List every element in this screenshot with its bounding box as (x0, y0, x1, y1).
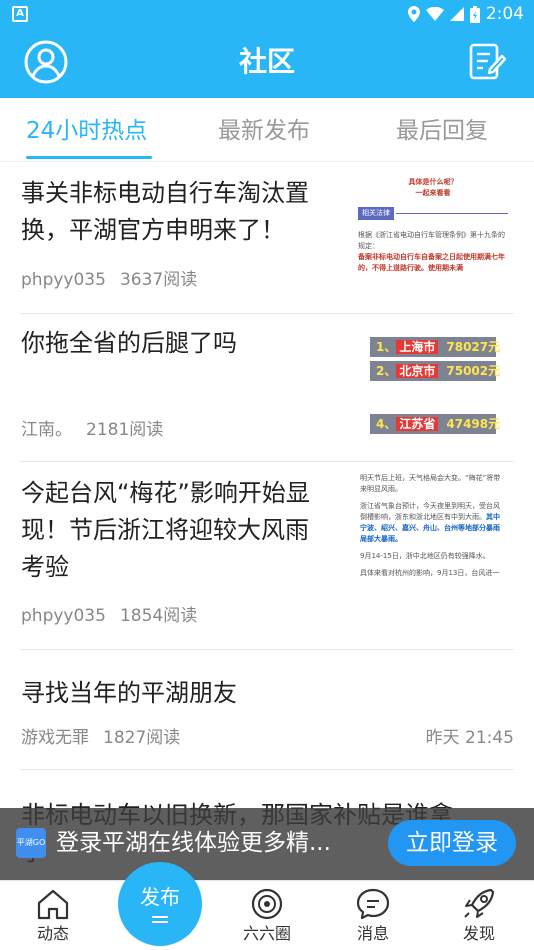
post-author: phpyy035 (21, 270, 106, 290)
rocket-icon (464, 888, 495, 918)
post-item[interactable]: 你拖全省的后腿了吗 江南。 2181阅读 1、 上海市 78027元 2、 北京市 750… (0, 313, 534, 461)
app-header: 社区 (0, 28, 534, 98)
status-time: 2:04 (485, 4, 524, 24)
login-banner: 平湖GO 登录平湖在线体验更多精... 立即登录 (0, 808, 534, 880)
publish-bar (152, 921, 168, 923)
message-icon (356, 888, 390, 920)
post-item[interactable]: 事关非标电动自行车淘汰置 换，平湖官方申明来了！ phpyy035 3637阅读 … (0, 163, 534, 313)
nav-label: 动态 (36, 924, 69, 943)
signal-icon (449, 7, 464, 21)
post-author: 江南。 (21, 420, 72, 440)
post-reads: 1854阅读 (119, 606, 198, 626)
page-title: 社区 (238, 45, 295, 78)
circle-icon (251, 888, 283, 920)
nav-item-discover[interactable]: 发现 (444, 887, 514, 945)
post-author: 游戏无罪 (21, 728, 89, 748)
post-item[interactable]: 寻找当年的平湖朋友 游戏无罪 1827阅读 昨天 21:45 (0, 649, 534, 769)
post-reads: 1827阅读 (103, 728, 181, 748)
status-icons: 2:04 (407, 4, 524, 24)
post-thumbnail: 具体是什么呢？ 一起来看看 相关法律 根据《浙江省电动自行车管理条例》第十九条的… (352, 175, 514, 291)
login-prompt: 登录平湖在线体验更多精... (56, 830, 331, 856)
publish-button[interactable]: 发布 (118, 862, 202, 946)
post-thumbnail: 明天节后上班，天气格局会大变。“梅花”将带来明显风雨。 浙江省气象台预计，今天夜… (352, 471, 514, 589)
status-bar: A 2:04 (0, 0, 534, 28)
tab-latest[interactable]: 最新发布 (218, 116, 310, 146)
feed-tabs: 24小时热点 最新发布 最后回复 (0, 98, 534, 162)
post-meta: 江南。 2181阅读 (21, 419, 177, 441)
rank-row: 2、 北京市 75002元 (370, 361, 500, 381)
community-screen: A 2:04 社区 24小时热点 最新发布 最后回复 事关非标电动自行车淘汰置 … (0, 0, 534, 950)
post-time: 昨天 21:45 (425, 728, 514, 748)
post-thumbnail: 1、 上海市 78027元 2、 北京市 75002元 3、 浙江省 57541元 4、 江苏… (352, 325, 514, 441)
post-author: phpyy035 (21, 606, 106, 626)
app-logo: 平湖GO (16, 828, 46, 858)
post-meta: phpyy035 1854阅读 (21, 605, 211, 627)
battery-icon (469, 5, 480, 23)
nav-item-dynamic[interactable]: 动态 (18, 887, 88, 945)
post-title: 寻找当年的平湖朋友 (21, 679, 237, 707)
bottom-nav: 动态 六六圈 消息 发现 (0, 880, 534, 950)
publish-bar (152, 916, 168, 918)
post-title: 事关非标电动自行车淘汰置 换，平湖官方申明来了！ (21, 179, 309, 244)
post-title: 你拖全省的后腿了吗 (21, 329, 237, 357)
publish-label: 发布 (140, 885, 180, 909)
home-icon (37, 889, 69, 920)
active-tab-indicator (26, 156, 152, 159)
tab-last-reply[interactable]: 最后回复 (396, 116, 488, 146)
post-item[interactable]: 今起台风“梅花”影响开始显 现！节后浙江将迎较大风雨 考验 phpyy035 18… (0, 461, 534, 649)
notification-icon: A (12, 6, 28, 22)
post-meta: 游戏无罪 1827阅读 (21, 727, 194, 749)
post-meta: phpyy035 3637阅读 (21, 269, 211, 291)
wifi-icon (425, 7, 444, 21)
nav-label: 发现 (462, 924, 495, 943)
post-reads: 3637阅读 (119, 270, 198, 290)
compose-icon[interactable] (468, 42, 506, 82)
nav-item-messages[interactable]: 消息 (338, 887, 408, 945)
tab-24h-hot[interactable]: 24小时热点 (26, 116, 147, 146)
rank-row: 3、 浙江省 57541元 (376, 391, 501, 405)
nav-label: 消息 (356, 924, 389, 943)
user-avatar-icon[interactable] (24, 40, 68, 84)
location-icon (407, 6, 420, 22)
post-reads: 2181阅读 (86, 420, 164, 440)
rank-row: 4、 江苏省 47498元 (370, 414, 500, 434)
post-title: 今起台风“梅花”影响开始显 现！节后浙江将迎较大风雨 考验 (21, 479, 310, 581)
rank-row: 1、 上海市 78027元 (370, 337, 500, 357)
nav-item-circle[interactable]: 六六圈 (232, 887, 302, 945)
login-button[interactable]: 立即登录 (388, 820, 516, 866)
nav-label: 六六圈 (242, 924, 291, 943)
